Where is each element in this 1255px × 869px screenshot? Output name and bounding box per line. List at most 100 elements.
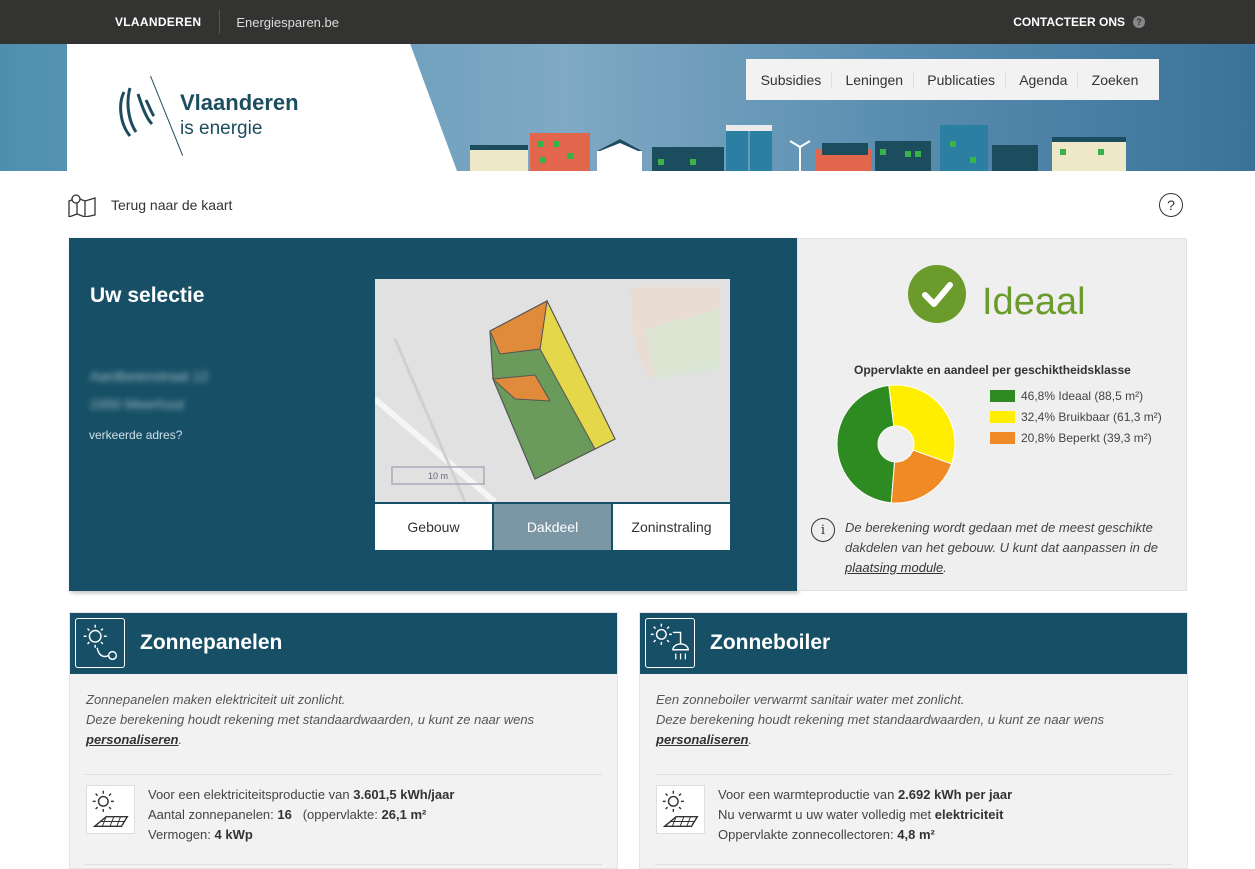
solar-boiler-header: Zonneboiler [640, 613, 1187, 674]
collector-area-value: 4,8 [897, 827, 916, 842]
roof-map-image: 10 m [375, 279, 730, 502]
solar-panels-intro: Zonnepanelen maken elektriciteit uit zon… [70, 674, 617, 750]
nav-agenda[interactable]: Agenda [1015, 71, 1079, 88]
back-bar: Terug naar de kaart ? [0, 171, 1255, 237]
power-unit: kWp [225, 827, 253, 842]
personalize-link[interactable]: personaliseren [656, 732, 749, 747]
collector-area-label: Oppervlakte zonnecollectoren: [718, 827, 894, 842]
placement-module-link[interactable]: plaatsing module [845, 560, 943, 575]
nav-leningen[interactable]: Leningen [841, 71, 915, 88]
logo-subtitle[interactable]: is energie [180, 118, 262, 140]
address-street: Aardbeienstraat 12 [90, 368, 209, 384]
selection-panel: Uw selectie Aardbeienstraat 12 2450 Meer… [69, 238, 797, 591]
collector-area-unit: m² [918, 827, 935, 842]
selection-title: Uw selectie [90, 284, 205, 307]
suitability-pie-chart [836, 384, 956, 504]
roof-map[interactable]: 10 m [375, 279, 730, 502]
chart-legend: 46,8% Ideaal (88,5 m²) 32,4% Bruikbaar (6… [990, 389, 1162, 452]
contact-label: CONTACTEER ONS [1013, 15, 1125, 29]
intro-line2: Deze berekening houdt rekening met stand… [656, 712, 1105, 727]
solar-boiler-figures: Voor een warmteproductie van 2.692 kWh p… [718, 785, 1012, 845]
card-divider-bottom [85, 864, 602, 865]
suitability-status: Ideaal [982, 281, 1086, 323]
info-icon: i [811, 518, 835, 542]
heating-source-label: Nu verwarmt u uw water volledig met [718, 807, 932, 822]
contact-link[interactable]: CONTACTEER ONS ? [1013, 15, 1145, 29]
info-text-end: . [943, 560, 947, 575]
map-pin-icon [68, 194, 96, 217]
legend-label: 46,8% Ideaal (88,5 m²) [1021, 389, 1144, 403]
pie-slice-bruikbaar [888, 384, 956, 465]
area-value: 26,1 [381, 807, 407, 822]
nav-zoeken[interactable]: Zoeken [1088, 72, 1149, 88]
card-divider [85, 774, 602, 775]
panel-count-value: 16 [277, 807, 292, 822]
solar-boiler-result: Voor een warmteproductie van 2.692 kWh p… [656, 785, 1012, 845]
heating-source-value: elektriciteit [934, 807, 1004, 822]
production-unit: kWh/jaar [400, 787, 455, 802]
main-navigation: Subsidies Leningen Publicaties Agenda Zo… [746, 59, 1159, 100]
topbar-divider [219, 10, 221, 34]
scale-label: 10 m [428, 471, 448, 481]
heat-production-value: 2.692 [897, 787, 931, 802]
solar-panels-figures: Voor een elektriciteitsproductie van 3.6… [148, 785, 454, 845]
solar-boiler-intro: Een zonneboiler verwarmt sanitair water … [640, 674, 1187, 750]
intro-line2: Deze berekening houdt rekening met stand… [86, 712, 535, 727]
link-end: . [178, 732, 183, 747]
back-to-map-link[interactable]: Terug naar de kaart [67, 193, 232, 217]
solar-boiler-title: Zonneboiler [710, 631, 831, 654]
sun-roof-icon [86, 785, 135, 834]
info-text: De berekening wordt gedaan met de meest … [845, 518, 1175, 578]
help-button[interactable]: ? [1159, 193, 1183, 217]
heat-production-label: Voor een warmteproductie van [718, 787, 895, 802]
production-label: Voor een elektriciteitsproductie van [148, 787, 350, 802]
personalize-link[interactable]: personaliseren [86, 732, 179, 747]
flemish-lion-icon[interactable] [116, 84, 156, 144]
address-city: 2450 Meerhout [90, 396, 185, 412]
logo-title[interactable]: Vlaanderen [180, 90, 299, 116]
intro-line1: Een zonneboiler verwarmt sanitair water … [656, 692, 965, 707]
link-end: . [748, 732, 753, 747]
legend-swatch [990, 390, 1015, 402]
solar-panels-result: Voor een elektriciteitsproductie van 3.6… [86, 785, 454, 845]
pie-slice-ideaal [836, 384, 896, 504]
production-value: 3.601,5 [353, 787, 397, 802]
result-panel: Ideaal Oppervlakte en aandeel per geschi… [797, 238, 1187, 591]
sun-roof-icon [656, 785, 705, 834]
intro-line1: Zonnepanelen maken elektriciteit uit zon… [86, 692, 346, 707]
site-header: Vlaanderen is energie Subsidies Leningen… [0, 44, 1255, 171]
brand-link[interactable]: VLAANDEREN [115, 15, 201, 29]
legend-swatch [990, 411, 1015, 423]
nav-publicaties[interactable]: Publicaties [923, 71, 1006, 88]
info-text-body: De berekening wordt gedaan met de meest … [845, 520, 1158, 555]
legend-label: 20,8% Beperkt (39,3 m²) [1021, 431, 1152, 445]
tab-gebouw[interactable]: Gebouw [375, 504, 492, 550]
back-to-map-label: Terug naar de kaart [111, 197, 233, 213]
power-label: Vermogen: [148, 827, 211, 842]
site-link[interactable]: Energiesparen.be [236, 15, 339, 30]
map-tabs: Gebouw Dakdeel Zoninstraling [375, 504, 730, 550]
nav-subsidies[interactable]: Subsidies [757, 71, 833, 88]
legend-item-ideaal: 46,8% Ideaal (88,5 m²) [990, 389, 1162, 403]
solar-panel-plug-icon [75, 618, 125, 668]
tab-dakdeel[interactable]: Dakdeel [494, 504, 611, 550]
panel-count-label: Aantal zonnepanelen: [148, 807, 274, 822]
solar-panels-card: Zonnepanelen Zonnepanelen maken elektric… [69, 612, 618, 869]
check-icon [908, 265, 966, 323]
heat-production-unit: kWh per jaar [934, 787, 1013, 802]
wrong-address-link[interactable]: verkeerde adres? [89, 428, 182, 442]
card-divider-bottom [655, 864, 1172, 865]
card-divider [655, 774, 1172, 775]
chart-title: Oppervlakte en aandeel per geschiktheids… [854, 363, 1131, 377]
solar-boiler-shower-icon [645, 618, 695, 668]
help-icon: ? [1133, 16, 1145, 28]
power-value: 4 [214, 827, 222, 842]
top-bar: VLAANDEREN Energiesparen.be CONTACTEER O… [0, 0, 1255, 44]
area-label: (oppervlakte: [302, 807, 378, 822]
legend-swatch [990, 432, 1015, 444]
solar-panels-header: Zonnepanelen [70, 613, 617, 674]
tab-zoninstraling[interactable]: Zoninstraling [613, 504, 730, 550]
legend-item-beperkt: 20,8% Beperkt (39,3 m²) [990, 431, 1162, 445]
solar-panels-title: Zonnepanelen [140, 631, 283, 654]
area-unit: m² [410, 807, 427, 822]
